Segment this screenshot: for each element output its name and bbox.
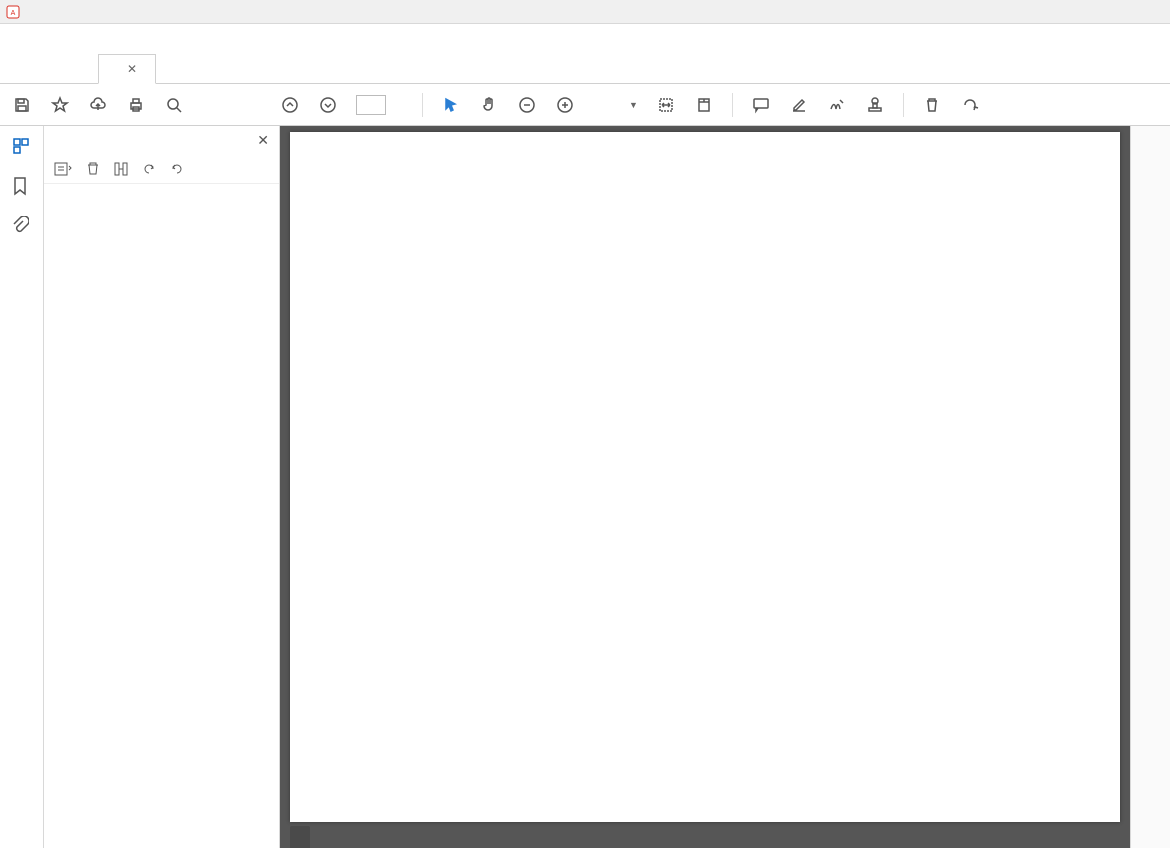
tabs-bar: ✕ — [0, 46, 1170, 84]
left-rail — [0, 126, 44, 848]
trash-icon[interactable] — [922, 95, 942, 115]
right-tools-rail[interactable] — [1130, 126, 1170, 848]
thumb-trash-icon[interactable] — [86, 162, 100, 176]
cloud-share-icon[interactable] — [88, 95, 108, 115]
highlight-icon[interactable] — [789, 95, 809, 115]
thumbnails-panel-icon[interactable] — [11, 136, 33, 158]
comment-icon[interactable] — [751, 95, 771, 115]
thumbnails-list[interactable] — [44, 184, 279, 848]
pdf-file-icon: A — [6, 5, 20, 19]
options-icon[interactable] — [54, 162, 72, 176]
zoom-in-icon[interactable] — [555, 95, 575, 115]
toolbar-separator-3 — [903, 93, 904, 117]
print-icon[interactable] — [126, 95, 146, 115]
svg-text:A: A — [11, 10, 16, 17]
toolbar-separator — [422, 93, 423, 117]
thumbnails-panel: ✕ — [44, 126, 280, 848]
main-toolbar: ▼ — [0, 84, 1170, 126]
fit-width-icon[interactable] — [656, 95, 676, 115]
zoom-out-icon[interactable] — [517, 95, 537, 115]
rotate-icon[interactable] — [960, 95, 980, 115]
fit-page-icon[interactable] — [694, 95, 714, 115]
page-number-input[interactable] — [356, 95, 386, 115]
page-down-icon[interactable] — [318, 95, 338, 115]
tab-document[interactable]: ✕ — [98, 54, 156, 84]
find-icon[interactable] — [164, 95, 184, 115]
toolbar-separator-2 — [732, 93, 733, 117]
thumbnails-header: ✕ — [44, 126, 279, 154]
hand-icon[interactable] — [479, 95, 499, 115]
star-icon[interactable] — [50, 95, 70, 115]
close-panel-icon[interactable]: ✕ — [257, 132, 269, 149]
menubar — [0, 24, 1170, 46]
window-titlebar: A — [0, 0, 1170, 24]
pdf-page — [290, 132, 1120, 822]
pointer-icon[interactable] — [441, 95, 461, 115]
document-viewer[interactable] — [280, 126, 1130, 848]
thumbnails-tools — [44, 154, 279, 184]
tab-tools[interactable] — [54, 53, 92, 83]
chevron-down-icon: ▼ — [629, 100, 638, 110]
thumb-arrange-icon[interactable] — [114, 162, 128, 176]
tab-home[interactable] — [10, 53, 48, 83]
stamp-icon[interactable] — [865, 95, 885, 115]
thumb-undo-icon[interactable] — [142, 162, 156, 176]
close-tab-icon[interactable]: ✕ — [127, 62, 137, 76]
thumb-redo-icon[interactable] — [170, 162, 184, 176]
page-dimensions-status — [290, 826, 310, 848]
work-area: ✕ — [0, 126, 1170, 848]
zoom-dropdown[interactable]: ▼ — [593, 100, 638, 110]
save-icon[interactable] — [12, 95, 32, 115]
page-up-icon[interactable] — [280, 95, 300, 115]
bookmark-panel-icon[interactable] — [11, 176, 33, 198]
attachments-panel-icon[interactable] — [11, 216, 33, 238]
sign-icon[interactable] — [827, 95, 847, 115]
